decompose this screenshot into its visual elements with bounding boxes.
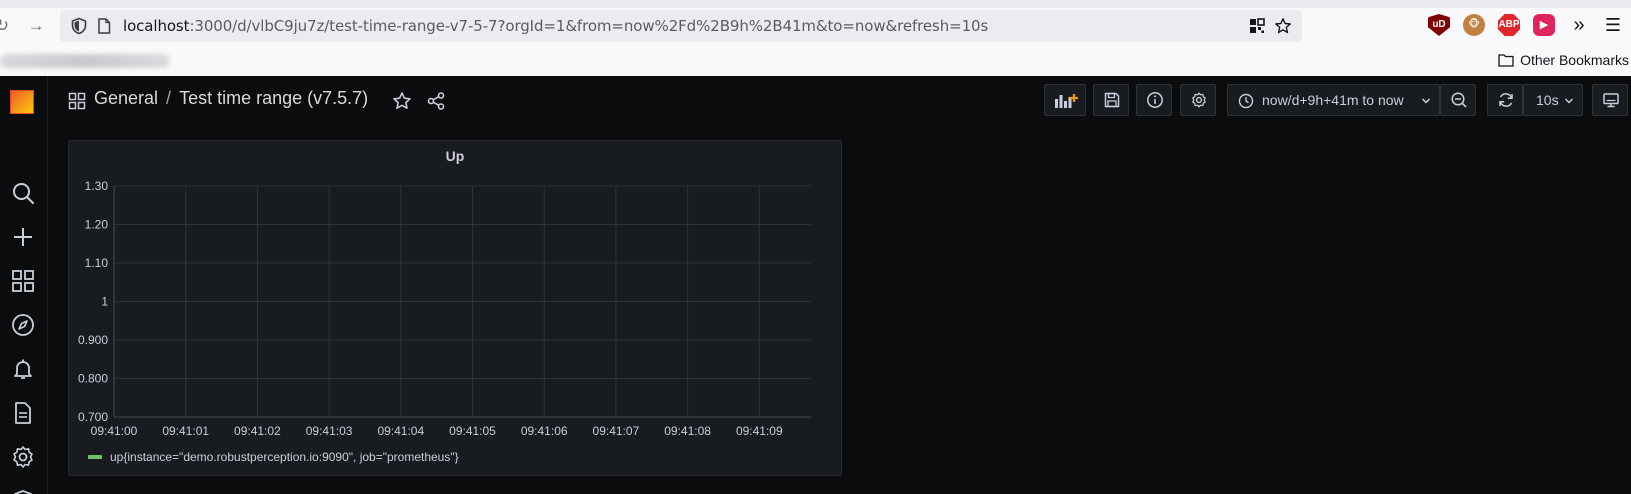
- page-info-icon[interactable]: [97, 18, 111, 34]
- refresh-button[interactable]: [1487, 84, 1523, 116]
- tv-mode-button[interactable]: [1592, 84, 1628, 116]
- dashboards-grid-icon[interactable]: [10, 268, 36, 294]
- bookmarks-bar: Other Bookmarks: [0, 46, 1631, 76]
- monitor-icon: [1603, 93, 1619, 108]
- chevron-down-icon: [1564, 98, 1574, 104]
- alerting-bell-icon[interactable]: [10, 356, 36, 382]
- graph-chart[interactable]: 0.700 0.800 0.900 1 1.10 1.20 1.30 09:41:00 09:4…: [69, 141, 843, 441]
- x-tick-label: 09:41:00: [91, 424, 138, 438]
- graph-panel[interactable]: Up 0.700 0.800 0.900 1 1.10 1.20 1.30 09:41:00 0…: [68, 140, 842, 476]
- add-panel-icon: [1055, 94, 1078, 108]
- chevron-down-icon: [1421, 98, 1431, 104]
- save-dashboard-button[interactable]: [1093, 84, 1129, 116]
- x-tick-label: 09:41:01: [162, 424, 209, 438]
- tampermonkey-extension-icon[interactable]: 🐵: [1463, 14, 1485, 36]
- breadcrumb: General / Test time range (v7.5.7): [94, 88, 368, 109]
- other-bookmarks-label: Other Bookmarks: [1520, 52, 1629, 68]
- forward-arrow-icon[interactable]: →: [26, 16, 46, 36]
- browser-tab-strip: [0, 0, 1631, 8]
- share-icon[interactable]: [426, 91, 446, 111]
- refresh-icon: [1499, 93, 1513, 107]
- dashboard-navbar: General / Test time range (v7.5.7) now/d+: [48, 76, 1631, 128]
- y-tick-label: 0.900: [78, 333, 108, 347]
- legend-series-label[interactable]: up{instance="demo.robustperception.io:90…: [110, 450, 459, 464]
- x-tick-label: 09:41:03: [306, 424, 353, 438]
- add-panel-button[interactable]: [1044, 84, 1086, 116]
- qr-code-icon[interactable]: [1248, 17, 1266, 35]
- breadcrumb-separator: /: [166, 88, 172, 108]
- zoom-out-button[interactable]: [1440, 84, 1476, 116]
- zoom-out-icon: [1451, 92, 1467, 108]
- refresh-interval-label: 10s: [1536, 92, 1559, 108]
- legend-series-swatch[interactable]: [88, 455, 102, 459]
- y-tick-label: 1: [101, 295, 108, 309]
- graph-legend: up{instance="demo.robustperception.io:90…: [88, 450, 459, 464]
- adblock-plus-extension-icon[interactable]: ABP: [1498, 14, 1520, 36]
- shield-icon[interactable]: [70, 17, 88, 35]
- video-extension-icon[interactable]: ▶: [1533, 14, 1555, 36]
- x-tick-label: 09:41:08: [664, 424, 711, 438]
- shield-admin-icon[interactable]: [10, 488, 36, 494]
- other-bookmarks[interactable]: Other Bookmarks: [1498, 52, 1629, 68]
- clock-icon: [1238, 93, 1254, 109]
- y-tick-label: 1.20: [85, 218, 109, 232]
- dashboard-grid-icon: [68, 92, 86, 110]
- hamburger-menu-icon[interactable]: ☰: [1603, 15, 1623, 35]
- save-icon: [1104, 92, 1120, 108]
- breadcrumb-folder-link[interactable]: General: [94, 88, 158, 108]
- x-tick-label: 09:41:04: [377, 424, 424, 438]
- y-tick-label: 1.10: [85, 256, 109, 270]
- gear-icon: [1192, 92, 1206, 108]
- url-text[interactable]: localhost:3000/d/vlbC9ju7z/test-time-ran…: [123, 17, 988, 35]
- address-bar[interactable]: localhost:3000/d/vlbC9ju7z/test-time-ran…: [60, 10, 1302, 42]
- side-menu: [0, 76, 48, 494]
- browser-toolbar: ↻ → localhost:3000/d/vlbC9ju7z/test-time…: [0, 0, 1631, 76]
- x-tick-label: 09:41:09: [736, 424, 783, 438]
- overflow-chevrons-icon[interactable]: »: [1569, 15, 1589, 35]
- bookmark-star-icon[interactable]: [1274, 17, 1292, 35]
- search-icon[interactable]: [10, 180, 36, 206]
- dashboard-title[interactable]: Test time range (v7.5.7): [179, 88, 368, 108]
- dashboard-info-button[interactable]: [1136, 84, 1172, 116]
- ublock-extension-icon[interactable]: uD: [1428, 14, 1450, 36]
- bookmark-item[interactable]: [0, 54, 170, 68]
- x-tick-label: 09:41:05: [449, 424, 496, 438]
- y-tick-label: 1.30: [85, 179, 109, 193]
- y-tick-label: 0.700: [78, 410, 108, 424]
- refresh-interval-picker[interactable]: 10s: [1523, 84, 1583, 116]
- x-tick-label: 09:41:02: [234, 424, 281, 438]
- reload-icon[interactable]: ↻: [0, 16, 12, 36]
- x-tick-label: 09:41:06: [521, 424, 568, 438]
- folder-icon: [1498, 54, 1514, 67]
- grafana-logo-icon[interactable]: [10, 90, 34, 114]
- plus-icon[interactable]: [10, 224, 36, 250]
- explore-compass-icon[interactable]: [10, 312, 36, 338]
- info-icon: [1147, 92, 1163, 108]
- settings-gear-icon[interactable]: [10, 444, 36, 470]
- time-range-label: now/d+9h+41m to now: [1262, 92, 1404, 108]
- document-icon[interactable]: [10, 400, 36, 426]
- y-tick-label: 0.800: [78, 372, 108, 386]
- favorite-star-icon[interactable]: [392, 91, 412, 111]
- dashboard-settings-button[interactable]: [1180, 84, 1216, 116]
- x-tick-label: 09:41:07: [593, 424, 640, 438]
- time-range-picker[interactable]: now/d+9h+41m to now: [1227, 84, 1440, 116]
